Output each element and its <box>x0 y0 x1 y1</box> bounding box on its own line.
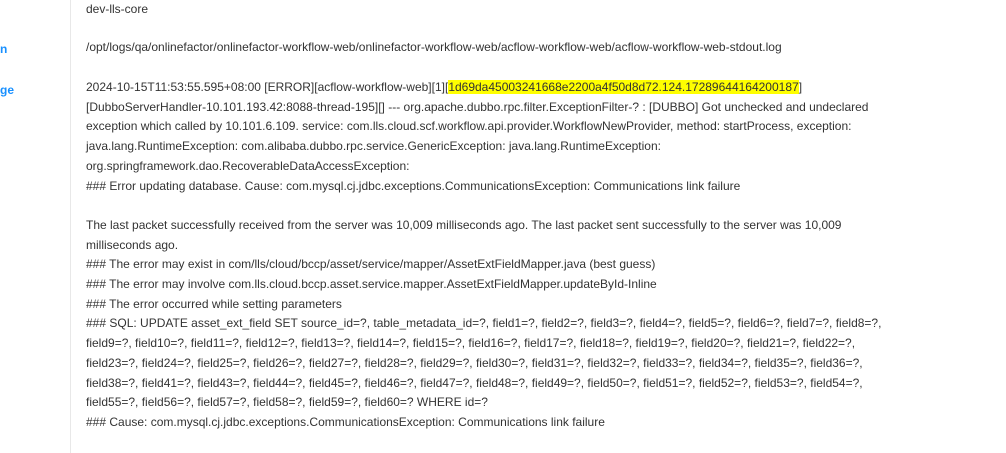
log-message-line: ### Error updating database. Cause: com.… <box>86 178 741 193</box>
column-divider <box>70 0 71 453</box>
log-message-line: field23=?, field24=?, field25=?, field26… <box>86 355 863 370</box>
field-label-path: n <box>0 42 8 56</box>
log-message-header: 2024-10-15T11:53:55.595+08:00 [ERROR][ac… <box>86 78 986 98</box>
project-name: dev-lls-core <box>86 2 149 16</box>
log-message-line: The last packet successfully received fr… <box>86 217 842 232</box>
field-labels-column: n ge <box>0 0 70 453</box>
log-message-line: ### Cause: com.mysql.cj.jdbc.exceptions.… <box>86 414 605 429</box>
field-label-message: ge <box>0 83 15 97</box>
log-message: 2024-10-15T11:53:55.595+08:00 [ERROR][ac… <box>86 78 986 433</box>
log-message-suffix: ] <box>798 80 803 94</box>
trace-id-highlight[interactable]: 1d69da45003241668e2200a4f50d8d72.124.172… <box>448 80 799 94</box>
log-message-line: ### SQL: UPDATE asset_ext_field SET sour… <box>86 316 882 331</box>
log-message-line: org.springframework.dao.RecoverableDataA… <box>86 158 410 173</box>
log-message-line: field9=?, field10=?, field11=?, field12=… <box>86 336 856 351</box>
log-message-body: [DubboServerHandler-10.101.193.42:8088-t… <box>86 98 986 433</box>
log-message-line: field38=?, field41=?, field43=?, field44… <box>86 375 863 390</box>
log-message-line: ### The error occurred while setting par… <box>86 296 342 311</box>
log-message-line: ### The error may exist in com/lls/cloud… <box>86 257 656 272</box>
log-message-prefix: 2024-10-15T11:53:55.595+08:00 [ERROR][ac… <box>86 80 449 94</box>
log-message-line: [DubboServerHandler-10.101.193.42:8088-t… <box>86 99 869 114</box>
log-message-line: field55=?, field56=?, field57=?, field58… <box>86 395 488 410</box>
log-message-line: exception which called by 10.101.6.109. … <box>86 119 852 134</box>
log-message-line <box>86 196 986 216</box>
log-message-line: java.lang.RuntimeException: com.alibaba.… <box>86 139 661 154</box>
log-file-path: /opt/logs/qa/onlinefactor/onlinefactor-w… <box>86 40 782 54</box>
log-message-line: ### The error may involve com.lls.cloud.… <box>86 277 657 292</box>
log-message-line: milliseconds ago. <box>86 237 179 252</box>
